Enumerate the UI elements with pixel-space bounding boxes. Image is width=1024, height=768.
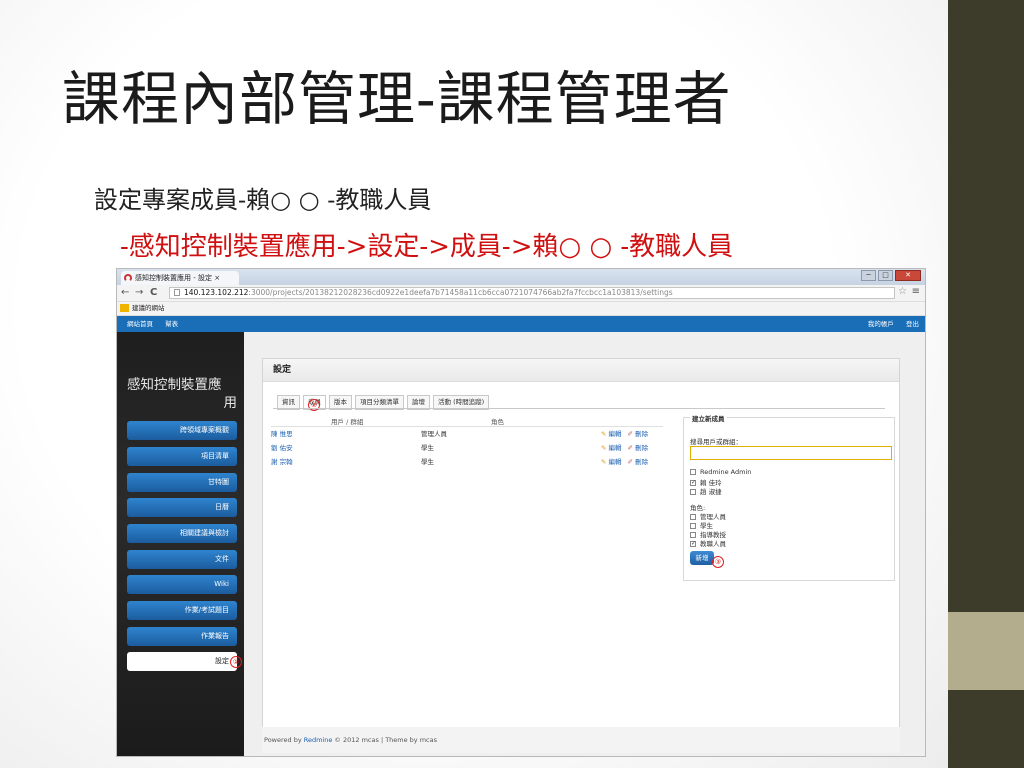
role-option-label: 教職人員 (700, 540, 726, 548)
footer-prefix: Powered by (264, 736, 304, 744)
slide-title: 課程內部管理-課程管理者 (62, 65, 732, 133)
page-footer: Powered by Redmine © 2012 mcas | Theme b… (262, 727, 900, 753)
table-row: 謝 宗翰 學生 ✎ 編輯 ✐ 刪除 (271, 455, 663, 469)
slide-accent-block (948, 612, 1024, 690)
menu-item-reports[interactable]: 作業報告 (127, 627, 237, 646)
redmine-top-nav: 網站首頁 幫表 我的帳戶 登出 (117, 316, 925, 332)
checkbox-unchecked[interactable] (690, 469, 696, 475)
menu-item-wiki[interactable]: Wiki (127, 575, 237, 594)
browser-tab[interactable]: 感知控制裝置應用 - 設定 × (121, 271, 239, 285)
slide-path-instruction: -感知控制裝置應用->設定->成員->賴○ ○ -教職人員 (120, 232, 734, 262)
member-actions: ✎ 編輯 ✐ 刪除 (601, 427, 648, 441)
window-controls: ─ □ ✕ (861, 270, 921, 281)
bookmarks-bar: 建議的網站 (117, 302, 925, 316)
bookmark-folder-icon (120, 304, 129, 312)
menu-item-documents[interactable]: 文件 (127, 550, 237, 569)
nav-my-account-link[interactable]: 我的帳戶 (868, 320, 894, 328)
new-member-legend: 建立新成員 (690, 413, 727, 423)
reload-icon[interactable]: C (150, 287, 157, 299)
page-icon (174, 289, 180, 296)
nav-help-link[interactable]: 幫表 (165, 320, 178, 328)
member-actions: ✎ 編輯 ✐ 刪除 (601, 441, 648, 455)
user-option[interactable]: Redmine Admin (690, 468, 751, 476)
edit-link[interactable]: 編輯 (609, 458, 622, 466)
nav-logout-link[interactable]: 登出 (906, 320, 919, 328)
menu-item-assignments[interactable]: 作業/考試題目 (127, 601, 237, 620)
checkbox-unchecked[interactable] (690, 489, 696, 495)
settings-content: 設定 資訊 成員 版本 項目分類清單 論壇 活動 (時間追蹤) ② 用戶 / 群… (262, 358, 900, 730)
maximize-button[interactable]: □ (878, 270, 893, 281)
footer-suffix: © 2012 mcas | Theme by mcas (332, 736, 437, 744)
tab-divider (273, 408, 885, 409)
callout-3: ③ (712, 556, 724, 568)
edit-icon: ✎ (601, 444, 607, 452)
delete-icon: ✐ (627, 458, 633, 466)
menu-item-settings[interactable]: 設定 (127, 652, 237, 671)
table-row: 劉 佑安 學生 ✎ 編輯 ✐ 刪除 (271, 441, 663, 455)
browser-screenshot: 感知控制裝置應用 - 設定 × ─ □ ✕ ← → C 140.123.102.… (116, 268, 926, 757)
edit-link[interactable]: 編輯 (609, 444, 622, 452)
nav-home-link[interactable]: 網站首頁 (127, 320, 153, 328)
bookmark-star-icon[interactable]: ☆ (898, 286, 907, 297)
role-option[interactable]: ✓ 教職人員 (690, 538, 726, 548)
project-sidebar: 感知控制裝置應 用 跨領域專案概觀 項目清單 甘特圖 日曆 相關建議與檢討 文件… (117, 332, 244, 756)
add-member-button[interactable]: 新增 (690, 551, 714, 565)
content-title: 設定 (263, 359, 899, 382)
browser-menu-icon[interactable]: ≡ (912, 286, 920, 297)
member-name[interactable]: 陳 惟思 (271, 427, 293, 441)
minimize-button[interactable]: ─ (861, 270, 876, 281)
table-row: 陳 惟思 管理人員 ✎ 編輯 ✐ 刪除 (271, 427, 663, 441)
user-option[interactable]: 趙 淑捷 (690, 486, 722, 496)
menu-item-issues[interactable]: 項目清單 (127, 447, 237, 466)
header-user: 用戶 / 群組 (331, 418, 364, 426)
address-bar: ← → C 140.123.102.212:3000/projects/2013… (117, 285, 925, 302)
members-table-header: 用戶 / 群組 角色 (271, 416, 663, 427)
delete-link[interactable]: 刪除 (635, 430, 648, 438)
menu-item-overview[interactable]: 跨領域專案概觀 (127, 421, 237, 440)
project-name-line2: 用 (223, 395, 238, 411)
browser-tab-bar: 感知控制裝置應用 - 設定 × ─ □ ✕ (117, 269, 925, 285)
callout-2: ② (308, 399, 320, 411)
search-user-label: 搜尋用戶或群組： (690, 438, 742, 446)
user-option-label: Redmine Admin (700, 468, 752, 476)
menu-item-suggestions[interactable]: 相關建議與檢討 (127, 524, 237, 543)
member-role: 管理人員 (421, 430, 447, 438)
browser-tab-title: 感知控制裝置應用 - 設定 × (135, 274, 221, 282)
back-arrow-icon[interactable]: ← (121, 287, 129, 299)
new-member-box: 建立新成員 搜尋用戶或群組： Redmine Admin ✓ 賴 佳玲 趙 淑捷 … (683, 413, 895, 581)
user-option-label: 趙 淑捷 (700, 488, 722, 496)
edit-icon: ✎ (601, 458, 607, 466)
header-role: 角色 (491, 418, 504, 426)
close-window-button[interactable]: ✕ (895, 270, 921, 281)
redmine-logo-icon (124, 274, 132, 282)
menu-item-calendar[interactable]: 日曆 (127, 498, 237, 517)
callout-1: ① (230, 656, 242, 668)
url-path: :3000/projects/20138212028236cd0922e1dee… (248, 288, 673, 297)
menu-item-gantt[interactable]: 甘特圖 (127, 473, 237, 492)
delete-icon: ✐ (627, 444, 633, 452)
delete-link[interactable]: 刪除 (635, 444, 648, 452)
footer-redmine-link[interactable]: Redmine (304, 736, 333, 744)
url-host: 140.123.102.212 (184, 288, 249, 297)
member-name[interactable]: 謝 宗翰 (271, 455, 293, 469)
slide-side-band (948, 0, 1024, 768)
delete-link[interactable]: 刪除 (635, 458, 648, 466)
project-name: 感知控制裝置應 用 (127, 376, 237, 412)
slide-subtitle: 設定專案成員-賴○ ○ -教職人員 (94, 186, 432, 214)
forward-arrow-icon[interactable]: → (135, 287, 143, 299)
member-actions: ✎ 編輯 ✐ 刪除 (601, 455, 648, 469)
member-name[interactable]: 劉 佑安 (271, 441, 293, 455)
project-name-line1: 感知控制裝置應 (127, 377, 222, 393)
member-role: 學生 (421, 458, 434, 466)
delete-icon: ✐ (627, 430, 633, 438)
url-input[interactable]: 140.123.102.212:3000/projects/2013821202… (169, 287, 895, 299)
edit-icon: ✎ (601, 430, 607, 438)
member-role: 學生 (421, 444, 434, 452)
search-user-input[interactable] (690, 446, 892, 460)
bookmark-suggested-sites[interactable]: 建議的網站 (132, 304, 165, 312)
checkbox-checked[interactable]: ✓ (690, 541, 696, 547)
edit-link[interactable]: 編輯 (609, 430, 622, 438)
members-table: 用戶 / 群組 角色 陳 惟思 管理人員 ✎ 編輯 ✐ 刪除 劉 佑安 學生 ✎ … (271, 416, 663, 469)
